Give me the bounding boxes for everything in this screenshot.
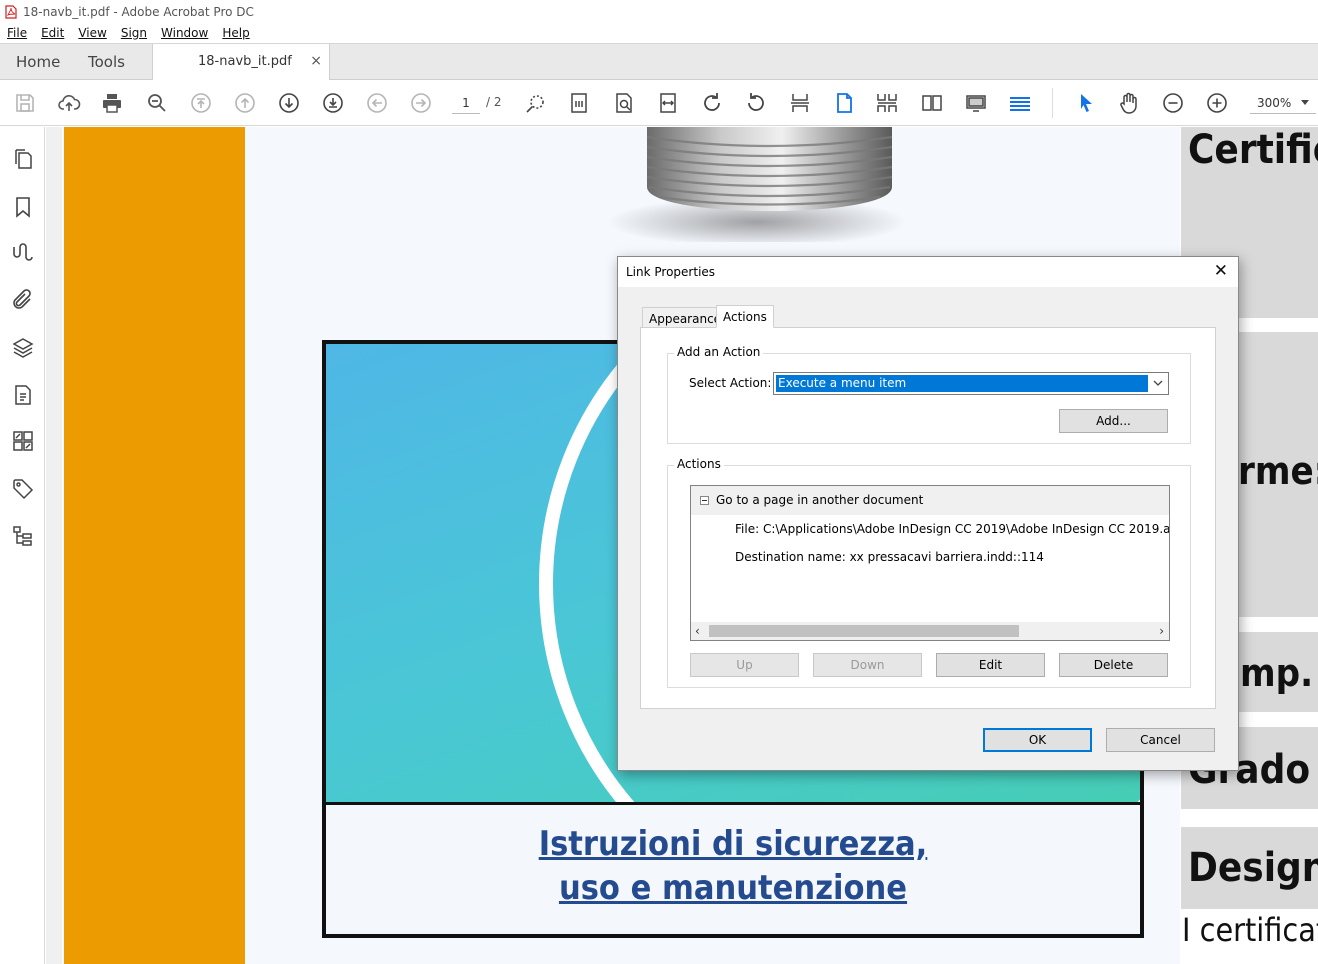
tab-home[interactable]: Home [16,53,60,71]
tab-actions[interactable]: Actions [716,305,774,328]
divider-line [326,802,1140,805]
cable-gland-image [607,127,907,242]
instructions-link[interactable]: Istruzioni di sicurezza, uso e manutenzi… [326,822,1140,910]
orange-side-band [64,127,245,964]
zoom-dropdown-icon[interactable] [1301,100,1309,105]
marquee-zoom-icon[interactable] [524,91,548,115]
actions-tree[interactable]: Go to a page in another document File: C… [690,485,1170,641]
next-page-icon[interactable] [277,91,301,115]
select-action-value: Execute a menu item [776,375,1148,392]
forward-icon[interactable] [409,91,433,115]
actions-group: Actions Go to a page in another document… [667,457,1191,688]
footer-certificati: I certificati so [1182,911,1318,949]
layers-icon[interactable] [11,336,35,360]
instructions-line-2: uso e manutenzione [558,868,908,908]
actions-group-label: Actions [674,457,724,471]
page-number-input[interactable]: 1 [452,92,480,114]
close-tab-icon[interactable]: × [310,53,322,69]
toolbar: 1 / 2 300% [0,80,1318,126]
acrobat-app-icon [5,4,17,19]
previous-page-icon[interactable] [233,91,257,115]
full-screen-icon[interactable] [964,91,988,115]
heading-temp: mp. [1240,651,1314,695]
toolbar-separator [1052,88,1053,118]
hand-tool-icon[interactable] [1117,91,1141,115]
tree-row-action[interactable]: Go to a page in another document [691,486,1169,515]
model-tree-icon[interactable] [11,524,35,548]
menu-view[interactable]: View [71,26,113,40]
split-icon[interactable] [788,91,812,115]
tags-icon[interactable] [11,477,35,501]
instructions-line-1: Istruzioni di sicurezza, [538,824,928,864]
add-action-group-label: Add an Action [674,345,764,359]
tab-bar: Home Tools 18-navb_it.pdf × [0,43,1318,81]
last-page-icon[interactable] [321,91,345,115]
zoom-out-icon[interactable] [1161,91,1185,115]
scroll-right-icon[interactable]: › [1159,624,1164,638]
search-zoom-icon[interactable] [145,91,169,115]
scrollbar-thumb[interactable] [709,625,1019,637]
collapse-node-icon[interactable] [700,496,709,505]
back-icon[interactable] [365,91,389,115]
heading-certificazioni: Certific [1188,127,1318,173]
menu-bar: File Edit View Sign Window Help [0,23,1318,43]
select-action-label: Select Action: [689,376,772,390]
ok-button[interactable]: OK [983,728,1092,752]
link-properties-dialog: Link Properties ✕ Appearance Actions Add… [617,256,1239,771]
tree-destination: Destination name: xx pressacavi barriera… [735,550,1044,564]
chevron-down-icon[interactable] [1148,373,1168,394]
menu-sign[interactable]: Sign [114,26,154,40]
delete-button[interactable]: Delete [1059,653,1168,677]
add-action-group: Add an Action Select Action: Execute a m… [667,345,1191,444]
select-cursor-icon[interactable] [1074,91,1098,115]
scrolling-pages-icon[interactable] [875,91,899,115]
cancel-button[interactable]: Cancel [1106,728,1215,752]
two-page-icon[interactable] [920,91,944,115]
down-button[interactable]: Down [813,653,922,677]
dialog-title-bar: Link Properties ✕ [618,257,1238,287]
heading-design: Design [1188,845,1318,891]
window-title: 18-navb_it.pdf - Adobe Acrobat Pro DC [23,4,254,19]
dialog-title: Link Properties [626,265,716,279]
menu-file[interactable]: File [0,26,34,40]
edit-button[interactable]: Edit [936,653,1045,677]
read-mode-icon[interactable] [1008,91,1032,115]
signatures-icon[interactable] [11,241,35,265]
bookmarks-icon[interactable] [11,195,35,219]
dialog-close-icon[interactable]: ✕ [1214,261,1228,281]
left-navigation-pane [0,127,56,964]
fit-width-icon[interactable] [656,91,680,115]
scroll-left-icon[interactable]: ‹ [695,624,700,638]
tab-document[interactable]: 18-navb_it.pdf × [152,44,330,81]
title-bar: 18-navb_it.pdf - Adobe Acrobat Pro DC [0,0,1318,23]
content-icon[interactable] [11,383,35,407]
first-page-icon[interactable] [189,91,213,115]
heading-norme: rme: [1238,449,1318,493]
page-total: / 2 [486,95,502,109]
single-page-icon[interactable] [832,91,856,115]
tab-document-label: 18-navb_it.pdf [198,54,292,69]
page-thumbnails-icon[interactable] [11,147,35,171]
save-icon[interactable] [13,91,37,115]
menu-edit[interactable]: Edit [34,26,71,40]
tree-action-label: Go to a page in another document [716,493,924,507]
actual-size-icon[interactable] [567,91,591,115]
attachments-icon[interactable] [11,288,35,312]
zoom-in-icon[interactable] [1205,91,1229,115]
select-action-dropdown[interactable]: Execute a menu item [773,372,1169,395]
print-icon[interactable] [100,91,124,115]
rotate-counterclockwise-icon[interactable] [744,91,768,115]
rotate-clockwise-icon[interactable] [700,91,724,115]
upload-cloud-icon[interactable] [57,91,81,115]
add-action-button[interactable]: Add... [1059,409,1168,433]
menu-help[interactable]: Help [215,26,256,40]
menu-window[interactable]: Window [154,26,215,40]
tree-file-path: File: C:\Applications\Adobe InDesign CC … [735,522,1170,536]
up-button[interactable]: Up [690,653,799,677]
order-icon[interactable] [11,429,35,453]
tab-tools[interactable]: Tools [88,53,125,71]
actions-panel: Add an Action Select Action: Execute a m… [640,327,1216,709]
horizontal-scrollbar[interactable]: ‹ › [691,622,1169,640]
find-icon[interactable] [612,91,636,115]
